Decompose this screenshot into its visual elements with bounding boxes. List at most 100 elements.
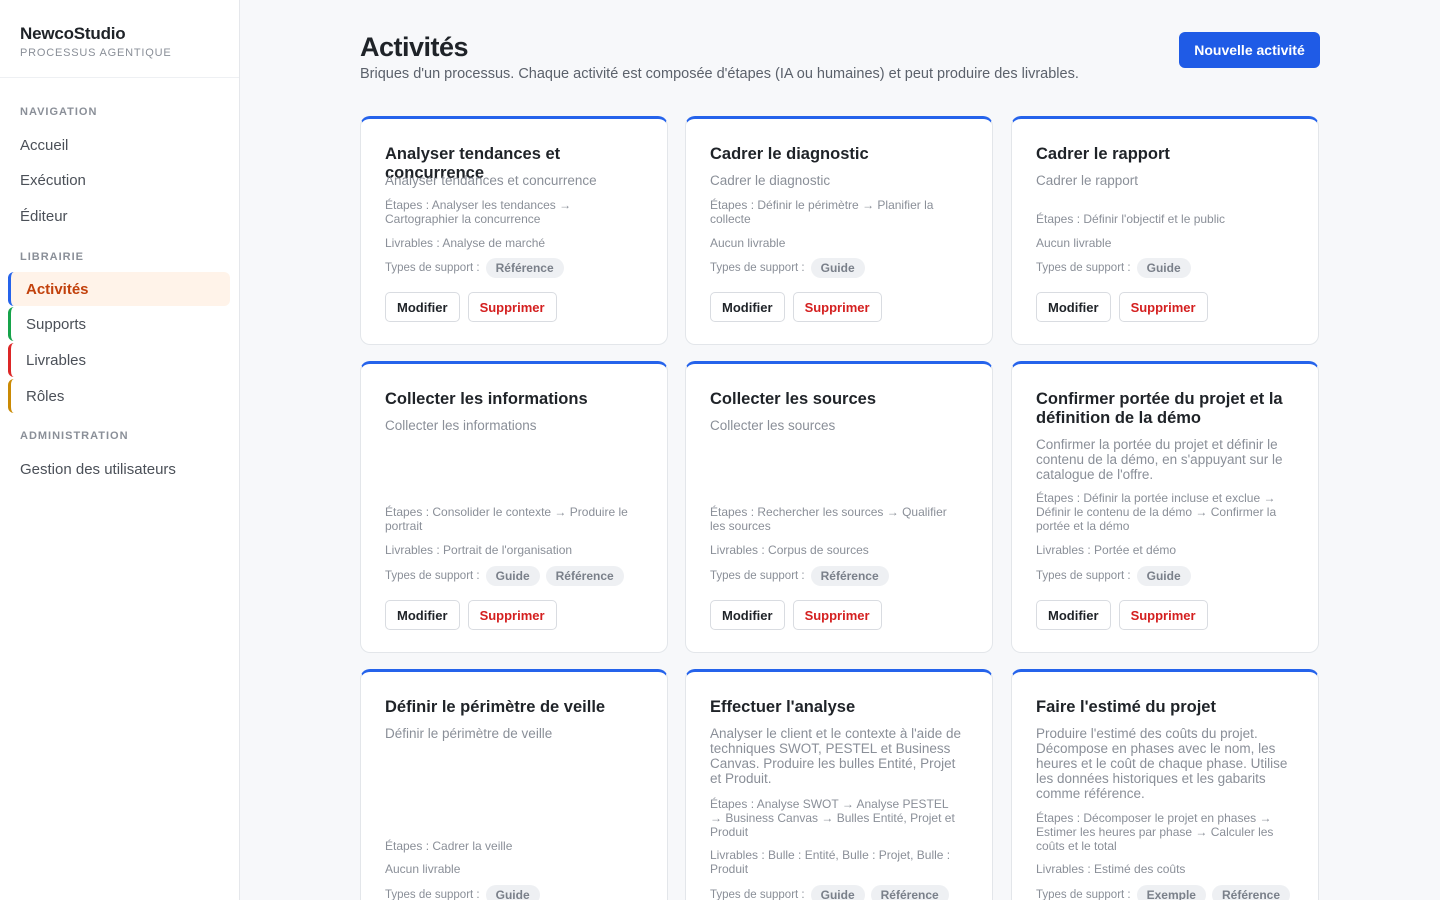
edit-button[interactable]: Modifier (710, 292, 785, 322)
nav-item-accueil[interactable]: Accueil (20, 137, 68, 154)
card-actions: Modifier Supprimer (385, 600, 557, 630)
nav-item-editeur[interactable]: Éditeur (20, 208, 68, 225)
activity-card: Collecter les informations Collecter les… (360, 361, 668, 653)
edit-button[interactable]: Modifier (1036, 600, 1111, 630)
card-support-types: Types de support : Guide (385, 885, 540, 900)
card-support-types: Types de support : Guide (710, 258, 865, 278)
card-actions: Modifier Supprimer (1036, 292, 1208, 322)
activity-card: Effectuer l'analyse Analyser le client e… (685, 669, 993, 900)
support-tag: Guide (485, 566, 540, 586)
card-deliverables: Aucun livrable (710, 236, 786, 250)
activity-card: Analyser tendances et concurrence Analys… (360, 116, 668, 345)
edit-button[interactable]: Modifier (385, 600, 460, 630)
card-actions: Modifier Supprimer (385, 292, 557, 322)
card-title: Définir le périmètre de veille (385, 698, 606, 716)
card-steps: Étapes : Définir le périmètre → Planifie… (710, 198, 934, 226)
card-deliverables: Aucun livrable (385, 862, 461, 876)
edit-button[interactable]: Modifier (385, 292, 460, 322)
delete-button[interactable]: Supprimer (792, 292, 882, 322)
card-description: Collecter les informations (385, 418, 537, 433)
support-tag: Guide (1136, 258, 1191, 278)
brand: NewcoStudio PROCESSUS AGENTIQUE (0, 0, 239, 78)
support-label: Types de support : (710, 262, 805, 274)
activity-card: Définir le périmètre de veille Définir l… (360, 669, 668, 900)
card-deliverables: Aucun livrable (1036, 236, 1112, 250)
delete-button[interactable]: Supprimer (467, 292, 557, 322)
card-description: Cadrer le rapport (1036, 173, 1139, 188)
activity-card: Cadrer le rapport Cadrer le rapport Étap… (1011, 116, 1319, 345)
card-support-types: Types de support : Référence (385, 258, 564, 278)
support-label: Types de support : (385, 262, 480, 274)
support-tag: Référence (545, 566, 624, 586)
support-label: Types de support : (1036, 889, 1131, 900)
card-support-types: Types de support : Référence (710, 566, 889, 586)
delete-button[interactable]: Supprimer (467, 600, 557, 630)
card-title: Confirmer portée du projet et la définit… (1036, 390, 1283, 427)
card-steps: Étapes : Rechercher les sources → Qualif… (710, 505, 947, 533)
support-tag: Référence (810, 566, 889, 586)
card-deliverables: Livrables : Estimé des coûts (1036, 862, 1186, 876)
card-support-types: Types de support : Guide (1036, 566, 1191, 586)
card-deliverables: Livrables : Analyse de marché (385, 236, 546, 250)
card-description: Analyser tendances et concurrence (385, 173, 597, 188)
card-actions: Modifier Supprimer (710, 292, 882, 322)
support-tag: Guide (485, 885, 540, 900)
card-support-types: Types de support : Guide Référence (710, 885, 949, 900)
card-steps: Étapes : Définir l'objectif et le public (1036, 212, 1226, 226)
brand-subtitle: PROCESSUS AGENTIQUE (20, 47, 172, 59)
page-description: Briques d'un processus. Chaque activité … (360, 66, 1079, 82)
support-label: Types de support : (385, 570, 480, 582)
support-tag: Référence (1211, 885, 1291, 900)
edit-button[interactable]: Modifier (710, 600, 785, 630)
card-steps: Étapes : Cadrer la veille (385, 839, 513, 853)
card-deliverables: Livrables : Portée et démo (1036, 543, 1177, 557)
card-steps: Étapes : Définir la portée incluse et ex… (1036, 491, 1277, 533)
support-label: Types de support : (385, 889, 480, 900)
card-description: Cadrer le diagnostic (710, 173, 831, 188)
support-label: Types de support : (710, 889, 805, 900)
card-title: Faire l'estimé du projet (1036, 698, 1216, 716)
delete-button[interactable]: Supprimer (792, 600, 882, 630)
card-title: Cadrer le rapport (1036, 145, 1170, 163)
card-steps: Étapes : Analyser les tendances → Cartog… (385, 198, 572, 226)
support-tag: Référence (870, 885, 949, 900)
nav-item-user-management[interactable]: Gestion des utilisateurs (20, 461, 176, 478)
support-tag: Exemple (1136, 885, 1206, 900)
card-support-types: Types de support : Guide (1036, 258, 1191, 278)
card-actions: Modifier Supprimer (710, 600, 882, 630)
new-activity-button[interactable]: Nouvelle activité (1179, 32, 1320, 68)
support-label: Types de support : (1036, 570, 1131, 582)
library-section-title: LIBRAIRIE (20, 251, 84, 263)
activity-card: Faire l'estimé du projet Produire l'esti… (1011, 669, 1319, 900)
admin-section-title: ADMINISTRATION (20, 430, 129, 442)
library-item-activites[interactable]: Activités (8, 272, 230, 306)
edit-button[interactable]: Modifier (1036, 292, 1111, 322)
library-item-livrables[interactable]: Livrables (8, 343, 230, 377)
support-label: Types de support : (710, 570, 805, 582)
card-description: Définir le périmètre de veille (385, 726, 553, 741)
nav-section-title: NAVIGATION (20, 106, 98, 118)
library-item-roles[interactable]: Rôles (8, 379, 230, 413)
delete-button[interactable]: Supprimer (1118, 600, 1208, 630)
card-description: Collecter les sources (710, 418, 836, 433)
support-tag: Guide (1136, 566, 1191, 586)
card-description: Confirmer la portée du projet et définir… (1036, 437, 1283, 482)
card-title: Collecter les sources (710, 390, 876, 408)
library-item-supports[interactable]: Supports (8, 307, 230, 341)
card-deliverables: Livrables : Bulle : Entité, Bulle : Proj… (710, 848, 951, 876)
support-tag: Référence (485, 258, 564, 278)
activity-card: Cadrer le diagnostic Cadrer le diagnosti… (685, 116, 993, 345)
activity-card: Confirmer portée du projet et la définit… (1011, 361, 1319, 653)
page-title: Activités (360, 32, 469, 62)
card-support-types: Types de support : Exemple Référence (1036, 885, 1291, 900)
nav-item-execution[interactable]: Exécution (20, 172, 86, 189)
card-deliverables: Livrables : Portrait de l'organisation (385, 543, 573, 557)
card-title: Cadrer le diagnostic (710, 145, 869, 163)
support-label: Types de support : (1036, 262, 1131, 274)
card-deliverables: Livrables : Corpus de sources (710, 543, 869, 557)
card-actions: Modifier Supprimer (1036, 600, 1208, 630)
delete-button[interactable]: Supprimer (1118, 292, 1208, 322)
brand-name[interactable]: NewcoStudio (20, 24, 219, 44)
sidebar: NewcoStudio PROCESSUS AGENTIQUE NAVIGATI… (0, 0, 240, 900)
support-tag: Guide (810, 885, 865, 900)
